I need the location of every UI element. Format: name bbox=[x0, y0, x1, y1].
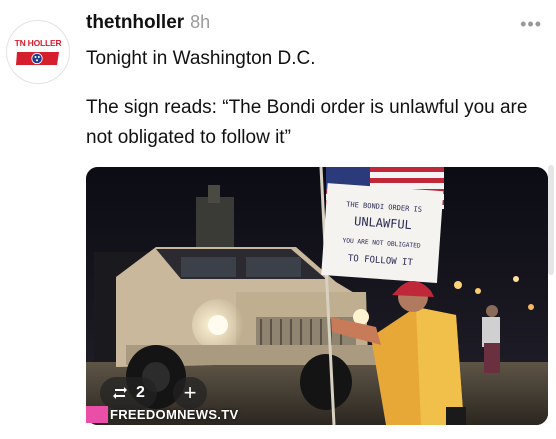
repost-button[interactable]: 2 bbox=[100, 377, 157, 409]
tennessee-flag-logo-icon bbox=[16, 52, 59, 65]
post-header: thetnholler 8h bbox=[86, 12, 210, 40]
more-options-icon[interactable]: ••• bbox=[520, 14, 542, 35]
avatar[interactable]: TN HOLLER bbox=[6, 20, 70, 84]
post-time: 8h bbox=[190, 12, 211, 32]
username[interactable]: thetnholler bbox=[86, 12, 184, 34]
avatar-logo-text: TN HOLLER bbox=[14, 38, 62, 48]
scrollbar[interactable] bbox=[548, 165, 554, 275]
plus-icon[interactable]: + bbox=[173, 377, 207, 409]
watermark-accent bbox=[86, 406, 108, 423]
repost-count: 2 bbox=[136, 384, 145, 401]
post-text-line1: Tonight in Washington D.C. bbox=[86, 48, 316, 69]
watermark-text: FREEDOMNEWS.TV bbox=[110, 407, 239, 422]
repost-icon bbox=[113, 387, 127, 399]
post-text-body: The sign reads: “The Bondi order is unla… bbox=[86, 97, 528, 148]
